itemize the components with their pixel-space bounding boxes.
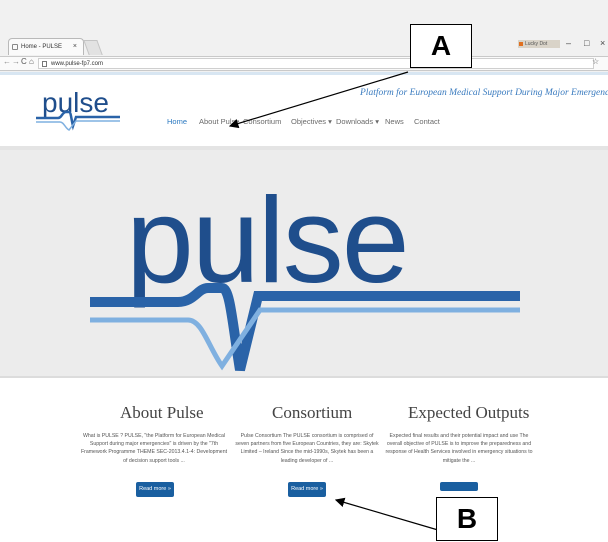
hero-pulse-logo: pulse — [90, 172, 520, 372]
tab-close-icon[interactable]: × — [73, 39, 77, 55]
reload-icon[interactable]: C — [21, 57, 27, 66]
logo-text: pulse — [42, 87, 109, 118]
nav-news[interactable]: News — [385, 117, 404, 126]
nav-home[interactable]: Home — [167, 117, 187, 126]
consortium-excerpt: Pulse Consortium The PULSE consortium is… — [235, 433, 379, 464]
site-tagline: Platform for European Medical Support Du… — [360, 88, 608, 98]
about-pulse-heading: About Pulse — [120, 403, 204, 422]
about-pulse-excerpt: What is PULSE ? PULSE, "the Platform for… — [80, 433, 228, 464]
home-icon[interactable]: ⌂ — [29, 57, 34, 66]
outputs-read-more-button[interactable] — [440, 482, 478, 491]
arrow-b — [334, 497, 439, 531]
consortium-read-more-button[interactable]: Read more » — [288, 482, 326, 497]
close-window-button[interactable]: × — [600, 38, 605, 48]
browser-tab[interactable]: Home - PULSE × — [8, 38, 84, 55]
expected-outputs-excerpt: Expected final results and their potenti… — [385, 433, 533, 464]
pulse-logo[interactable]: pulse — [36, 86, 120, 132]
callout-b: B — [436, 497, 498, 541]
nav-downloads[interactable]: Downloads ▾ — [336, 117, 379, 126]
page-info-icon[interactable] — [42, 61, 47, 67]
nav-objectives[interactable]: Objectives ▾ — [291, 117, 332, 126]
forward-arrow-icon[interactable]: → — [12, 57, 20, 66]
nav-contact[interactable]: Contact — [414, 117, 440, 126]
bookmark-star-icon[interactable]: ☆ — [592, 57, 599, 66]
tab-title: Home - PULSE — [21, 44, 63, 50]
extension-badge[interactable]: Lucky Dot — [518, 40, 560, 48]
nav-about-pulse[interactable]: About Pulse — [199, 117, 239, 126]
maximize-button[interactable]: □ — [584, 38, 589, 48]
nav-consortium[interactable]: Consortium — [243, 117, 281, 126]
hero-logo-text: pulse — [126, 172, 408, 308]
minimize-button[interactable]: – — [566, 38, 571, 48]
consortium-heading: Consortium — [272, 403, 353, 422]
about-read-more-button[interactable]: Read more » — [136, 482, 174, 497]
url-input[interactable]: www.pulse-fp7.com — [38, 58, 594, 69]
back-arrow-icon[interactable]: ← — [3, 57, 11, 66]
expected-outputs-heading: Expected Outputs — [408, 403, 530, 422]
favicon-icon — [12, 44, 18, 50]
callout-a: A — [410, 24, 472, 68]
url-text: www.pulse-fp7.com — [51, 61, 104, 67]
